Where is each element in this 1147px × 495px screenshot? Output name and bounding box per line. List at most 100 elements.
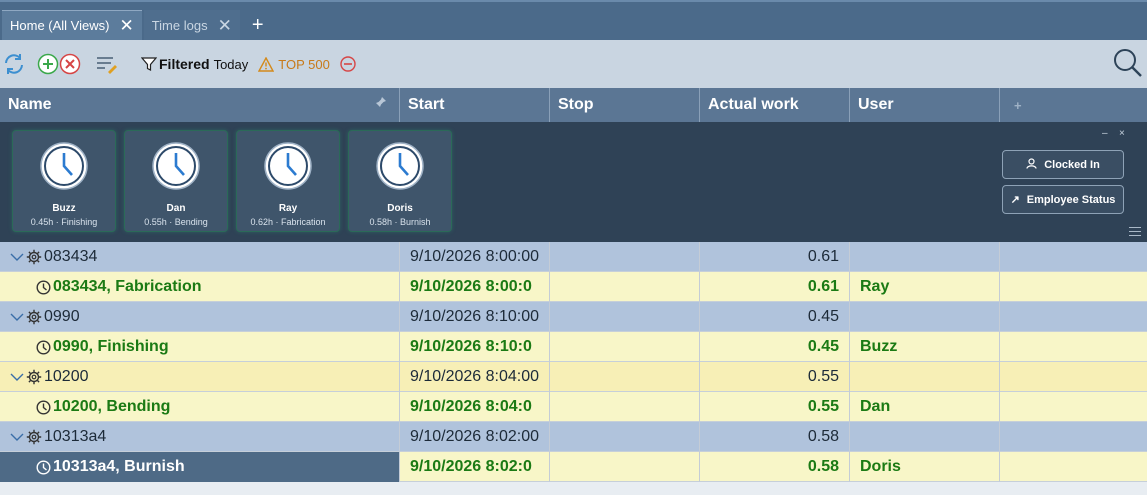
chevron-down-icon[interactable] [10,252,24,262]
cell-name[interactable]: 083434 [0,242,400,272]
chevron-down-icon[interactable] [10,312,24,322]
add-column-icon[interactable]: + [1008,98,1022,113]
cell-user[interactable] [850,422,1000,452]
cell-user[interactable]: Buzz [850,332,1000,362]
cell-stop[interactable] [550,362,700,392]
cell-stop[interactable] [550,452,700,482]
add-icon[interactable] [37,53,59,75]
cell-name[interactable]: 083434, Fabrication [0,272,400,302]
cell-stop[interactable] [550,332,700,362]
filter-icon[interactable] [141,56,157,72]
employee-card[interactable]: Buzz 0.45h · Finishing [12,130,116,232]
cell-user[interactable]: Doris [850,452,1000,482]
cell-stop[interactable] [550,272,700,302]
column-header-name[interactable]: Name [0,88,400,122]
filter-label[interactable]: Filtered [159,56,210,72]
add-tab-icon[interactable]: + [242,10,274,40]
group-row[interactable]: 10313a4 9/10/2026 8:02:00 0.58 [0,422,1147,452]
tab-time-logs[interactable]: Time logs ✕ [143,10,240,40]
cell-start[interactable]: 9/10/2026 8:00:0 [400,272,550,302]
chevron-down-icon[interactable] [10,372,24,382]
cell-name[interactable]: 0990, Finishing [0,332,400,362]
row-name: 10200, Bending [53,398,171,415]
column-header-user[interactable]: User [850,88,1000,122]
employee-name: Buzz [52,203,76,214]
cell-stop[interactable] [550,302,700,332]
cell-actual-work[interactable]: 0.55 [700,362,850,392]
tab-home-all-views[interactable]: Home (All Views) ✕ [2,10,142,40]
panel-minimize-icon[interactable]: – [1102,128,1108,139]
column-header-actual-work[interactable]: Actual work [700,88,850,122]
employee-card[interactable]: Ray 0.62h · Fabrication [236,130,340,232]
row-name: 10313a4 [44,428,107,445]
cell-actual-work[interactable]: 0.45 [700,332,850,362]
cell-actual-work[interactable]: 0.45 [700,302,850,332]
remove-limit-icon[interactable] [340,56,356,72]
gear-icon [26,249,42,265]
column-label: Stop [558,96,594,113]
cell-user[interactable] [850,302,1000,332]
cell-user[interactable] [850,362,1000,392]
table-row[interactable]: 083434, Fabrication 9/10/2026 8:00:0 0.61 R… [0,272,1147,302]
cell-name[interactable]: 10200 [0,362,400,392]
cell-name[interactable]: 10200, Bending [0,392,400,422]
close-icon[interactable]: ✕ [119,17,133,34]
cell-start[interactable]: 9/10/2026 8:10:00 [400,302,550,332]
group-row[interactable]: 0990 9/10/2026 8:10:00 0.45 [0,302,1147,332]
refresh-icon[interactable] [2,52,26,76]
filter-scope[interactable]: Today [214,57,249,72]
employee-summary: 0.55h · Bending [144,217,208,227]
warning-icon [258,56,275,72]
add-column-area[interactable]: + [1000,88,1147,122]
tab-label: Time logs [151,17,208,33]
cell-actual-work[interactable]: 0.61 [700,272,850,302]
table-row[interactable]: 0990, Finishing 9/10/2026 8:10:0 0.45 Buzz [0,332,1147,362]
cell-actual-work[interactable]: 0.61 [700,242,850,272]
cell-user[interactable] [850,242,1000,272]
cell-name[interactable]: 10313a4 [0,422,400,452]
cell-start[interactable]: 9/10/2026 8:02:00 [400,422,550,452]
cell-name[interactable]: 0990 [0,302,400,332]
pin-icon[interactable] [375,96,387,111]
cell-start[interactable]: 9/10/2026 8:10:0 [400,332,550,362]
user-icon [1026,157,1037,172]
close-icon[interactable]: ✕ [218,17,232,34]
table-row[interactable]: 10200, Bending 9/10/2026 8:04:0 0.55 Dan [0,392,1147,422]
cell-stop[interactable] [550,392,700,422]
cell-user[interactable]: Dan [850,392,1000,422]
cell-actual-work[interactable]: 0.58 [700,452,850,482]
delete-icon[interactable] [59,53,81,75]
chevron-down-icon[interactable] [10,432,24,442]
cell-stop[interactable] [550,422,700,452]
employee-summary: 0.58h · Burnish [369,217,431,227]
cell-start[interactable]: 9/10/2026 8:04:0 [400,392,550,422]
clock-icon [36,339,51,355]
table-row[interactable]: 10313a4, Burnish 9/10/2026 8:02:0 0.58 Dori… [0,452,1147,482]
cell-start[interactable]: 9/10/2026 8:02:0 [400,452,550,482]
grid-header: Name Start Stop Actual work User + [0,88,1147,122]
group-row[interactable]: 10200 9/10/2026 8:04:00 0.55 [0,362,1147,392]
employee-card[interactable]: Doris 0.58h · Burnish [348,130,452,232]
cell-start[interactable]: 9/10/2026 8:04:00 [400,362,550,392]
cell-extra [1000,242,1147,272]
column-header-start[interactable]: Start [400,88,550,122]
cell-name[interactable]: 10313a4, Burnish [0,452,400,482]
cell-stop[interactable] [550,242,700,272]
search-icon[interactable] [1113,48,1143,78]
employee-card[interactable]: Dan 0.55h · Bending [124,130,228,232]
cell-extra [1000,452,1147,482]
group-row[interactable]: 083434 9/10/2026 8:00:00 0.61 [0,242,1147,272]
menu-icon[interactable] [1129,227,1141,239]
clocked-in-label: Clocked In [1044,158,1100,171]
column-header-stop[interactable]: Stop [550,88,700,122]
clocked-in-button[interactable]: Clocked In [1002,150,1124,179]
cell-start[interactable]: 9/10/2026 8:00:00 [400,242,550,272]
cell-actual-work[interactable]: 0.58 [700,422,850,452]
panel-close-icon[interactable]: × [1119,128,1125,139]
top-limit-label[interactable]: TOP 500 [278,57,330,72]
employee-status-button[interactable]: ↗ Employee Status [1002,185,1124,214]
cell-extra [1000,362,1147,392]
cell-actual-work[interactable]: 0.55 [700,392,850,422]
edit-list-icon[interactable] [95,53,119,75]
cell-user[interactable]: Ray [850,272,1000,302]
